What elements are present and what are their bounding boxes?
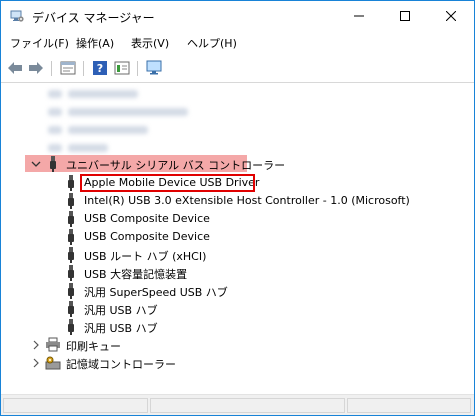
details-view-icon: [114, 61, 130, 75]
device-manager-window: デバイス マネージャー ファイル(F) 操作(A) 表示(V) ヘルプ(H) ?: [0, 0, 475, 416]
device-tree[interactable]: ユニバーサル シリアル バス コントローラー Apple Mobile Devi…: [3, 85, 472, 391]
properties-button[interactable]: [59, 59, 77, 77]
tree-node-usb-device[interactable]: USB ルート ハブ (xHCI): [3, 246, 472, 264]
tree-node-label: ユニバーサル シリアル バス コントローラー: [66, 159, 286, 172]
toolbar-separator: [83, 61, 84, 76]
tree-node-usb-device[interactable]: USB Composite Device: [3, 210, 472, 228]
toolbar-separator: [51, 61, 52, 76]
blurred-row: [3, 121, 472, 139]
chevron-right-icon[interactable]: [31, 358, 41, 368]
tree-node-label: USB 大容量記憶装置: [84, 268, 188, 281]
help-button[interactable]: ?: [91, 59, 109, 77]
window-title: デバイス マネージャー: [32, 11, 155, 25]
minimize-icon: [354, 15, 364, 17]
tree-node-usb-device[interactable]: Intel(R) USB 3.0 eXtensible Host Control…: [3, 192, 472, 210]
tree-node-label: 汎用 USB ハブ: [84, 322, 158, 335]
usb-plug-icon: [68, 193, 74, 209]
title-bar[interactable]: デバイス マネージャー: [1, 1, 474, 32]
svg-text:?: ?: [97, 62, 103, 75]
view-details-button[interactable]: [113, 59, 131, 77]
usb-plug-icon: [68, 319, 74, 335]
blurred-row: [3, 103, 472, 121]
tree-node-usb-device[interactable]: 汎用 SuperSpeed USB ハブ: [3, 282, 472, 300]
selection-highlight-box: [80, 174, 255, 192]
toolbar: ?: [1, 53, 474, 83]
tree-node-label: 印刷キュー: [66, 340, 121, 353]
status-cell: [3, 398, 148, 413]
menu-view[interactable]: 表示(V): [131, 35, 169, 51]
maximize-icon: [400, 11, 410, 21]
usb-plug-icon: [68, 283, 74, 299]
monitor-scan-icon: [146, 60, 162, 75]
status-cell: [347, 398, 471, 413]
back-arrow-icon: [8, 62, 22, 74]
tree-node-label: 汎用 SuperSpeed USB ハブ: [84, 286, 228, 299]
status-bar: [1, 394, 474, 415]
chevron-down-icon[interactable]: [31, 159, 41, 169]
usb-plug-icon: [68, 265, 74, 281]
chevron-right-icon[interactable]: [31, 340, 41, 350]
forward-button[interactable]: [27, 59, 45, 77]
menu-file[interactable]: ファイル(F): [10, 35, 69, 51]
usb-plug-icon: [50, 156, 56, 172]
tree-node-usb-device[interactable]: 汎用 USB ハブ: [3, 300, 472, 318]
tree-node-usb-device[interactable]: USB Composite Device: [3, 228, 472, 246]
tree-node-label: USB Composite Device: [84, 230, 210, 243]
help-icon: ?: [93, 61, 107, 75]
back-button[interactable]: [6, 59, 24, 77]
usb-plug-icon: [68, 211, 74, 227]
menu-bar: ファイル(F) 操作(A) 表示(V) ヘルプ(H): [1, 32, 474, 52]
usb-plug-icon: [68, 247, 74, 263]
forward-arrow-icon: [29, 62, 43, 74]
tree-node-label: USB Composite Device: [84, 212, 210, 225]
blurred-row: [3, 85, 472, 103]
tree-node-label: 汎用 USB ハブ: [84, 304, 158, 317]
tree-node-usb-device[interactable]: USB 大容量記憶装置: [3, 264, 472, 282]
scan-hardware-button[interactable]: [145, 59, 163, 77]
menu-help[interactable]: ヘルプ(H): [187, 35, 237, 51]
usb-plug-icon: [68, 175, 74, 191]
minimize-button[interactable]: [336, 1, 382, 31]
properties-icon: [60, 61, 76, 75]
close-button[interactable]: [428, 1, 474, 31]
status-cell: [150, 398, 345, 413]
tree-node-storage-controllers[interactable]: 記憶域コントローラー: [3, 354, 472, 372]
storage-controller-icon: [45, 356, 61, 370]
usb-plug-icon: [68, 229, 74, 245]
maximize-button[interactable]: [382, 1, 428, 31]
close-icon: [446, 11, 456, 21]
menu-action[interactable]: 操作(A): [76, 35, 114, 51]
tree-node-label: USB ルート ハブ (xHCI): [84, 250, 207, 263]
tree-node-label: Intel(R) USB 3.0 eXtensible Host Control…: [84, 194, 410, 207]
tree-node-usb-controllers[interactable]: ユニバーサル シリアル バス コントローラー: [25, 155, 285, 172]
usb-plug-icon: [68, 301, 74, 317]
tree-node-usb-device[interactable]: 汎用 USB ハブ: [3, 318, 472, 336]
printer-icon: [46, 337, 60, 352]
tree-node-print-queue[interactable]: 印刷キュー: [3, 336, 472, 354]
tree-node-label: 記憶域コントローラー: [66, 358, 176, 371]
toolbar-separator: [137, 61, 138, 76]
device-manager-icon: [10, 10, 24, 22]
